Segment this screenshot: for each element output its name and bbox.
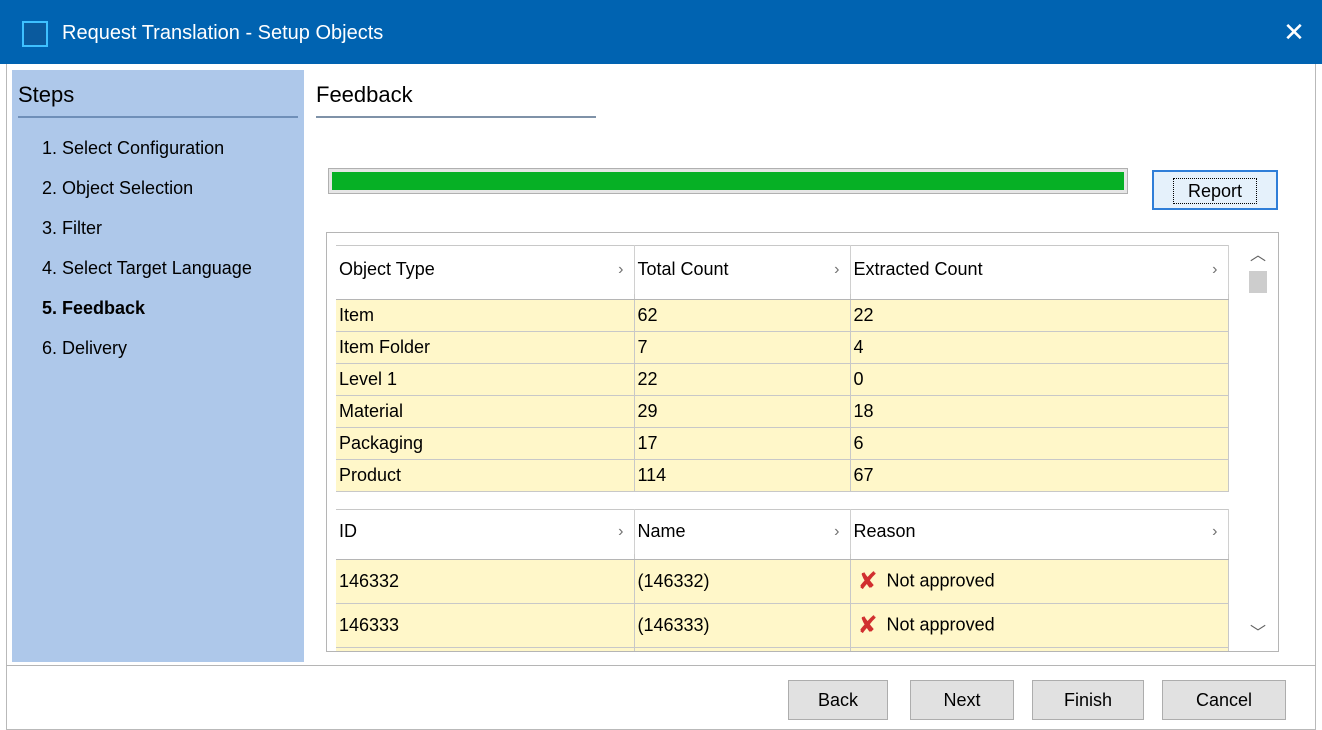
total-count-cell: 17 (634, 427, 851, 460)
vertical-scrollbar[interactable]: ︿ ﹀ (1238, 233, 1278, 651)
name-cell: (146333) (634, 603, 851, 648)
column-header-reason[interactable]: Reason › (850, 509, 1229, 554)
title-bar: Request Translation - Setup Objects ✕ (0, 0, 1322, 64)
extracted-count-cell: 67 (850, 459, 1229, 492)
section-divider (316, 116, 596, 118)
counts-table: Object Type › Total Count › Extracted Coun… (336, 245, 1229, 492)
report-button-label: Report (1172, 178, 1258, 204)
steps-title: Steps (18, 82, 75, 107)
extracted-count-cell: 6 (850, 427, 1229, 460)
reason-text: Not approved (886, 570, 995, 591)
table-row[interactable]: 146332 (146332) ✘ Not approved (336, 559, 1229, 604)
table-row[interactable]: Item 62 22 (336, 299, 1229, 332)
table-row[interactable]: Level 1 22 0 (336, 363, 1229, 396)
chevron-right-icon: › (1212, 260, 1218, 278)
scroll-thumb[interactable] (1249, 271, 1267, 293)
name-cell: (146332) (634, 559, 851, 604)
total-count-cell: 7 (634, 331, 851, 364)
report-button[interactable]: Report (1152, 170, 1278, 210)
table-row[interactable]: Item Folder 7 4 (336, 331, 1229, 364)
steps-panel: Steps 1. Select Configuration 2. Object … (12, 70, 304, 662)
table-row[interactable]: Product 114 67 (336, 459, 1229, 492)
object-type-cell: Level 1 (336, 363, 635, 396)
object-type-cell: Item Folder (336, 331, 635, 364)
total-count-cell: 114 (634, 459, 851, 492)
column-header-extracted-count[interactable]: Extracted Count › (850, 245, 1229, 294)
back-button[interactable]: Back (788, 680, 888, 720)
step-select-target-language: 4. Select Target Language (42, 258, 252, 278)
table-row[interactable] (336, 647, 1229, 651)
progress-fill (332, 172, 1124, 190)
total-count-cell: 29 (634, 395, 851, 428)
chevron-right-icon: › (1212, 522, 1218, 540)
steps-divider (18, 116, 298, 118)
error-x-icon: ✘ (857, 568, 878, 595)
column-header-id[interactable]: ID › (336, 509, 635, 554)
step-feedback: 5. Feedback (42, 298, 146, 318)
details-table: ID › Name › Reason › 146332 (146332) ✘ Not … (336, 509, 1229, 651)
step-filter: 3. Filter (42, 218, 103, 238)
object-type-cell: Product (336, 459, 635, 492)
section-title: Feedback (316, 82, 413, 107)
column-header-name[interactable]: Name › (634, 509, 851, 554)
column-header-object-type[interactable]: Object Type › (336, 245, 635, 294)
reason-cell: ✘ Not approved (850, 603, 1229, 648)
step-select-configuration: 1. Select Configuration (42, 138, 225, 158)
scroll-up-arrow-icon[interactable]: ︿ (1238, 241, 1278, 265)
table-row[interactable]: Packaging 17 6 (336, 427, 1229, 460)
column-header-total-count[interactable]: Total Count › (634, 245, 851, 294)
footer-divider (6, 665, 1316, 666)
table-row[interactable]: Material 29 18 (336, 395, 1229, 428)
window-title: Request Translation - Setup Objects (62, 22, 384, 44)
id-cell: 146333 (336, 603, 635, 648)
extracted-count-cell: 0 (850, 363, 1229, 396)
chevron-right-icon: › (618, 260, 624, 278)
reason-cell: ✘ Not approved (850, 559, 1229, 604)
chevron-right-icon: › (618, 522, 624, 540)
reason-text: Not approved (886, 614, 995, 635)
extracted-count-cell: 22 (850, 299, 1229, 332)
total-count-cell: 62 (634, 299, 851, 332)
finish-button[interactable]: Finish (1032, 680, 1144, 720)
step-object-selection: 2. Object Selection (42, 178, 194, 198)
chevron-right-icon: › (834, 260, 840, 278)
progress-bar (328, 168, 1128, 194)
id-cell: 146332 (336, 559, 635, 604)
chevron-right-icon: › (834, 522, 840, 540)
object-type-cell: Material (336, 395, 635, 428)
object-type-cell: Item (336, 299, 635, 332)
step-delivery: 6. Delivery (42, 338, 128, 358)
error-x-icon: ✘ (857, 612, 878, 639)
object-type-cell: Packaging (336, 427, 635, 460)
scroll-down-arrow-icon[interactable]: ﹀ (1238, 619, 1278, 643)
extracted-count-cell: 18 (850, 395, 1229, 428)
results-panel: Object Type › Total Count › Extracted Coun… (326, 232, 1279, 652)
table-row[interactable]: 146333 (146333) ✘ Not approved (336, 603, 1229, 648)
next-button[interactable]: Next (910, 680, 1014, 720)
total-count-cell: 22 (634, 363, 851, 396)
cancel-button[interactable]: Cancel (1162, 680, 1286, 720)
extracted-count-cell: 4 (850, 331, 1229, 364)
close-button[interactable]: ✕ (1266, 0, 1322, 64)
window-app-icon (22, 21, 48, 47)
